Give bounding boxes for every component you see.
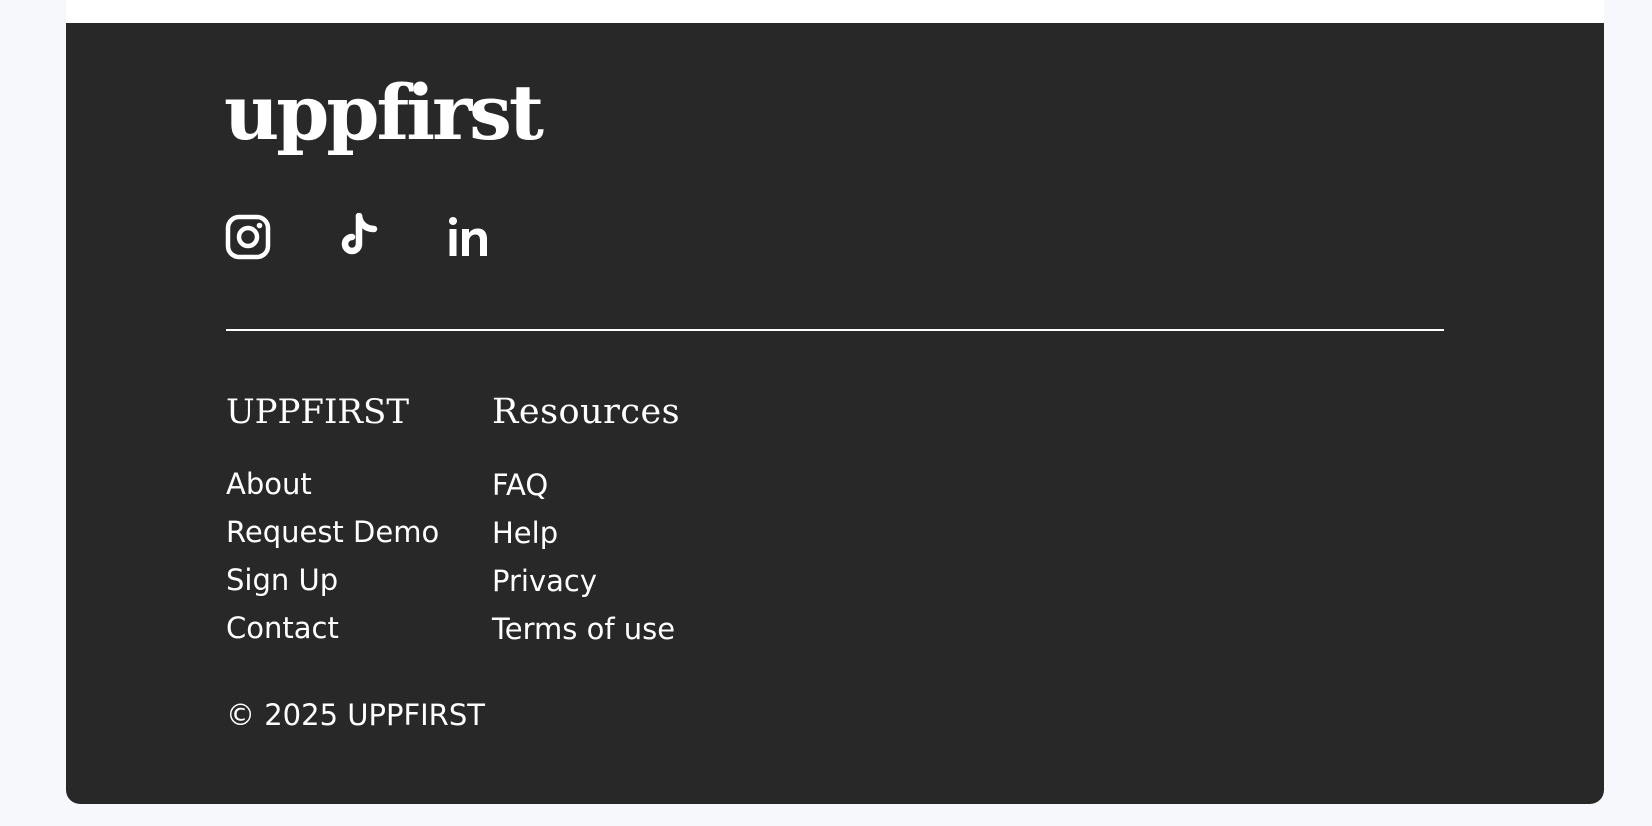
- column-heading: UPPFIRST: [226, 392, 409, 432]
- footer-link-faq[interactable]: FAQ: [492, 468, 548, 502]
- linkedin-link[interactable]: [444, 213, 492, 261]
- copyright-text: © 2025 UPPFIRST: [226, 698, 485, 732]
- brand-logo[interactable]: uppfirst: [224, 75, 544, 151]
- social-links: [224, 213, 492, 261]
- footer-divider: [226, 329, 1444, 331]
- instagram-link[interactable]: [224, 213, 272, 261]
- column-heading: Resources: [492, 392, 681, 432]
- footer-link-sign-up[interactable]: Sign Up: [226, 563, 338, 597]
- footer-link-terms-of-use[interactable]: Terms of use: [492, 612, 675, 646]
- footer-link-request-demo[interactable]: Request Demo: [226, 515, 439, 549]
- site-footer: uppfirst UPPFIRST About Request Demo Sig…: [66, 23, 1604, 804]
- tiktok-icon: [335, 213, 381, 261]
- footer-column-resources: Resources FAQ Help Privacy Terms of use: [492, 395, 680, 659]
- content-card-bottom: [66, 0, 1604, 24]
- footer-link-help[interactable]: Help: [492, 516, 558, 550]
- instagram-icon: [225, 214, 271, 260]
- footer-link-about[interactable]: About: [226, 467, 312, 501]
- footer-link-privacy[interactable]: Privacy: [492, 564, 597, 598]
- footer-column-uppfirst: UPPFIRST About Request Demo Sign Up Cont…: [226, 395, 439, 658]
- linkedin-icon: [445, 214, 491, 260]
- footer-link-contact[interactable]: Contact: [226, 611, 339, 645]
- tiktok-link[interactable]: [334, 213, 382, 261]
